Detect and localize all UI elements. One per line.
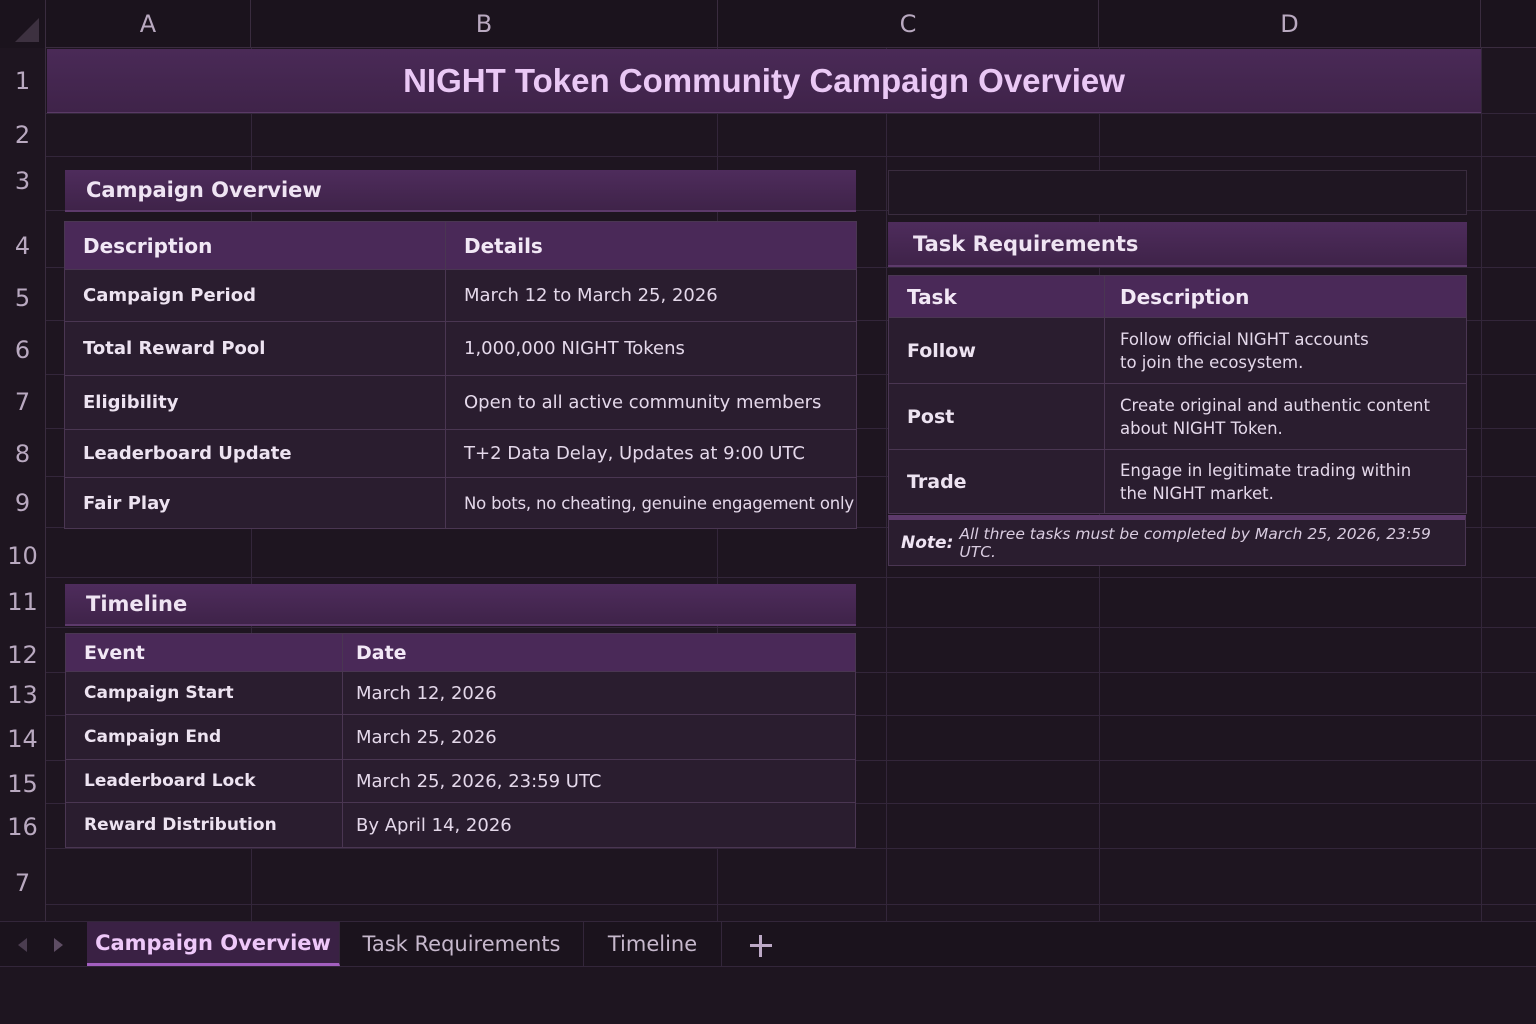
task-name-cell[interactable]: Post	[888, 383, 1105, 450]
task-requirements-header[interactable]: Task Requirements	[888, 222, 1467, 267]
overview-label-cell[interactable]: Campaign Period	[64, 269, 446, 322]
campaign-overview-table: Description Details Campaign Period Marc…	[64, 221, 857, 529]
overview-label-cell[interactable]: Eligibility	[64, 375, 446, 430]
gridline	[46, 113, 1536, 114]
column-header-date[interactable]: Date	[342, 633, 856, 672]
task-description-line: to join the ecosystem.	[1120, 352, 1304, 372]
sheet-tab-timeline[interactable]: Timeline	[584, 922, 722, 966]
column-header-description[interactable]: Description	[64, 221, 446, 270]
timeline-event-cell[interactable]: Campaign End	[65, 714, 343, 760]
column-header-b[interactable]: B	[251, 0, 718, 48]
task-description-line: Engage in legitimate trading within	[1120, 460, 1412, 480]
sheet-tab-task-requirements[interactable]: Task Requirements	[340, 922, 584, 966]
gridline	[46, 848, 1536, 849]
overview-label-cell[interactable]: Fair Play	[64, 477, 446, 529]
sheet-tab-campaign-overview[interactable]: Campaign Overview	[87, 922, 340, 966]
task-note[interactable]: Note: All three tasks must be completed …	[888, 515, 1466, 566]
timeline-date-cell[interactable]: March 25, 2026, 23:59 UTC	[342, 759, 856, 803]
campaign-overview-header[interactable]: Campaign Overview	[65, 170, 856, 212]
overview-label-cell[interactable]: Leaderboard Update	[64, 429, 446, 478]
timeline-date-cell[interactable]: March 25, 2026	[342, 714, 856, 760]
row-number-gutter	[0, 48, 46, 921]
timeline-table: Event Date Campaign Start March 12, 2026…	[65, 633, 856, 848]
scroll-tabs-right-icon[interactable]	[49, 933, 67, 957]
gridline	[46, 156, 1536, 157]
task-description-line: Follow official NIGHT accounts	[1120, 329, 1369, 349]
gridline	[46, 577, 1536, 578]
task-description-line: about NIGHT Token.	[1120, 418, 1283, 438]
task-description-cell[interactable]: Engage in legitimate trading within the N…	[1104, 449, 1467, 514]
gridline	[46, 904, 1536, 905]
scroll-tabs-left-icon[interactable]	[13, 933, 31, 957]
note-label: Note:	[901, 532, 954, 553]
note-text: All three tasks must be completed by Mar…	[959, 524, 1431, 561]
task-description-cell[interactable]: Follow official NIGHT accounts to join th…	[1104, 317, 1467, 384]
timeline-event-cell[interactable]: Campaign Start	[65, 671, 343, 715]
task-description-line: the NIGHT market.	[1120, 483, 1274, 503]
task-description-line: Create original and authentic content	[1120, 395, 1430, 415]
gridline	[886, 48, 887, 921]
timeline-event-cell[interactable]: Reward Distribution	[65, 802, 343, 848]
timeline-date-cell[interactable]: By April 14, 2026	[342, 802, 856, 848]
gridline	[46, 627, 1536, 628]
gridline	[1481, 48, 1482, 921]
column-header-event[interactable]: Event	[65, 633, 343, 672]
task-description-cell[interactable]: Create original and authentic content abo…	[1104, 383, 1467, 450]
column-header-details[interactable]: Details	[445, 221, 857, 270]
task-name-cell[interactable]: Follow	[888, 317, 1105, 384]
overview-value-cell[interactable]: 1,000,000 NIGHT Tokens	[445, 321, 857, 376]
overview-label-cell[interactable]: Total Reward Pool	[64, 321, 446, 376]
select-all-corner[interactable]	[0, 0, 46, 48]
timeline-date-cell[interactable]: March 12, 2026	[342, 671, 856, 715]
column-header-c[interactable]: C	[718, 0, 1099, 48]
column-header-task[interactable]: Task	[888, 275, 1105, 318]
column-header-task-description[interactable]: Description	[1104, 275, 1467, 318]
column-header-a[interactable]: A	[46, 0, 251, 48]
task-requirements-table: Task Description Follow Follow official …	[888, 275, 1467, 514]
sheet-title[interactable]: NIGHT Token Community Campaign Overview	[47, 49, 1481, 113]
timeline-header[interactable]: Timeline	[65, 584, 856, 626]
timeline-event-cell[interactable]: Leaderboard Lock	[65, 759, 343, 803]
overview-value-cell[interactable]: March 12 to March 25, 2026	[445, 269, 857, 322]
empty-cell[interactable]	[888, 170, 1467, 215]
overview-value-cell[interactable]: T+2 Data Delay, Updates at 9:00 UTC	[445, 429, 857, 478]
column-header-d[interactable]: D	[1099, 0, 1481, 48]
add-sheet-icon[interactable]	[745, 928, 777, 962]
overview-value-cell[interactable]: No bots, no cheating, genuine engagement…	[445, 477, 857, 529]
task-name-cell[interactable]: Trade	[888, 449, 1105, 514]
overview-value-cell[interactable]: Open to all active community members	[445, 375, 857, 430]
